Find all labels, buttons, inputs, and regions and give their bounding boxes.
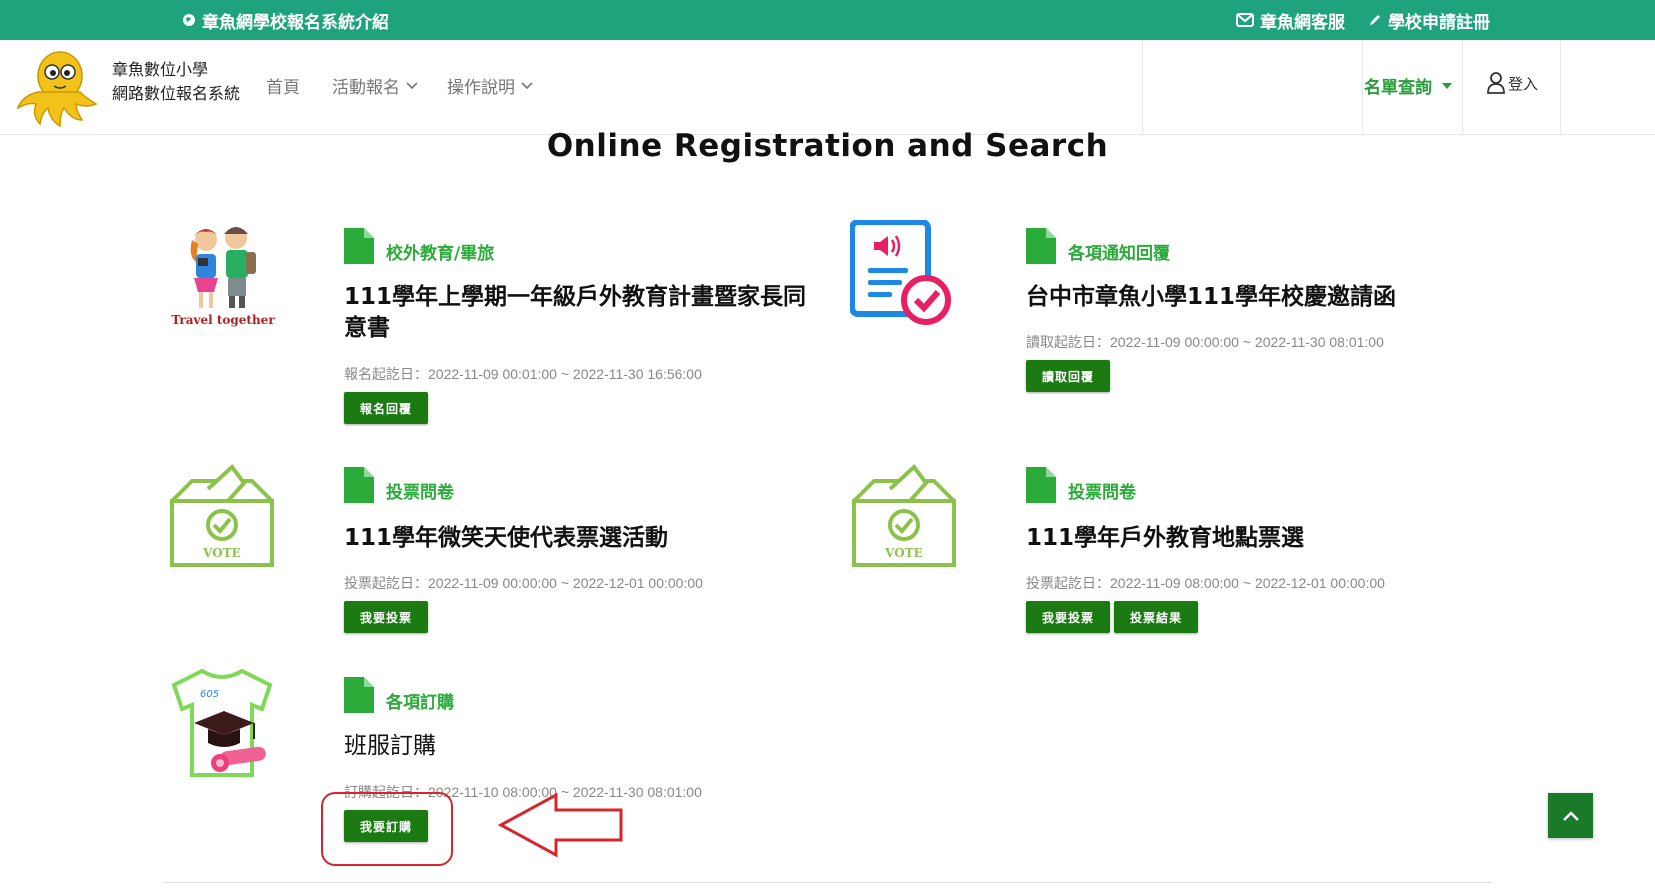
activity-title[interactable]: 班服訂購 (344, 731, 814, 762)
divider (1560, 40, 1561, 134)
highlight-annotation (321, 792, 453, 866)
brand-name[interactable]: 章魚數位小學 網路數位報名系統 (112, 58, 240, 106)
login-label: 登入 (1508, 74, 1539, 93)
page-title: Online Registration and Search (546, 128, 1109, 164)
brand-line-2: 網路數位報名系統 (112, 84, 241, 103)
activity-date-range: 投票起訖日：2022-11-09 00:00:00 ~ 2022-12-01 0… (344, 575, 703, 591)
vote-box-icon: VOTE (852, 464, 956, 567)
tshirt-icon: 605 (171, 669, 273, 777)
chevron-down-icon (521, 81, 533, 89)
envelope-icon (1236, 13, 1254, 27)
system-intro-link[interactable]: 章魚網學校報名系統介紹 (182, 0, 389, 40)
nav-home[interactable]: 首頁 (266, 73, 300, 98)
nav-operation-guide[interactable]: 操作說明 (447, 73, 533, 98)
nav-activity-label: 活動報名 (332, 78, 400, 98)
activity-card: Travel together 校外教育/畢旅 111學年上學期一年級戶外教育計… (168, 220, 828, 424)
vote-caption: VOTE (884, 546, 923, 560)
top-bar: 章魚網學校報名系統介紹 章魚網客服 學校申請註冊 (0, 0, 1655, 40)
login-button[interactable]: 登入 (1486, 72, 1538, 94)
chevron-down-icon (406, 81, 418, 89)
category-label: 校外教育/畢旅 (386, 244, 495, 264)
arrow-annotation-icon (498, 792, 623, 858)
category-label: 投票問卷 (386, 483, 454, 503)
school-register-link[interactable]: 學校申請註冊 (1368, 0, 1490, 40)
category-label: 各項通知回覆 (1068, 244, 1170, 264)
category-link[interactable]: 投票問卷 (344, 467, 454, 503)
read-reply-button[interactable]: 讀取回覆 (1026, 360, 1110, 392)
chevron-up-icon (1562, 810, 1579, 821)
file-icon (344, 677, 374, 713)
action-buttons: 讀取回覆 (1026, 360, 1110, 392)
roster-query-dropdown[interactable]: 名單查詢 (1364, 73, 1452, 98)
activity-date-range: 報名起訖日：2022-11-09 00:01:00 ~ 2022-11-30 1… (344, 366, 702, 382)
nav-home-label: 首頁 (266, 78, 300, 98)
vote-box-icon: VOTE (170, 464, 274, 567)
activity-card: 各項通知回覆 台中市章魚小學111學年校慶邀請函 讀取起訖日：2022-11-0… (850, 220, 1510, 420)
activity-date-range: 投票起訖日：2022-11-09 08:00:00 ~ 2022-12-01 0… (1026, 575, 1385, 591)
action-buttons: 我要投票 投票結果 (1026, 601, 1198, 633)
file-icon (1026, 228, 1056, 264)
file-icon (344, 467, 374, 503)
activity-title[interactable]: 111學年微笑天使代表票選活動 (344, 523, 814, 554)
divider (1362, 40, 1363, 134)
nav-activity-registration[interactable]: 活動報名 (332, 73, 418, 98)
activity-title[interactable]: 台中市章魚小學111學年校慶邀請函 (1026, 282, 1496, 313)
category-link[interactable]: 各項通知回覆 (1026, 228, 1170, 264)
system-intro-label: 章魚網學校報名系統介紹 (202, 12, 389, 33)
travel-caption: Travel together (171, 313, 275, 327)
scroll-to-top-button[interactable] (1548, 793, 1593, 838)
file-icon (1026, 467, 1056, 503)
roster-query-label: 名單查詢 (1364, 78, 1432, 98)
divider (1462, 40, 1463, 134)
category-link[interactable]: 校外教育/畢旅 (344, 228, 494, 264)
category-label: 各項訂購 (386, 693, 454, 713)
category-link[interactable]: 各項訂購 (344, 677, 454, 713)
user-icon (1487, 72, 1505, 94)
activity-date-range: 讀取起訖日：2022-11-09 00:00:00 ~ 2022-11-30 0… (1026, 334, 1384, 350)
customer-service-label: 章魚網客服 (1260, 12, 1345, 33)
school-register-label: 學校申請註冊 (1388, 12, 1490, 33)
vote-caption: VOTE (202, 546, 241, 560)
globe-icon (183, 14, 195, 26)
category-label: 投票問卷 (1068, 483, 1136, 503)
vote-results-button[interactable]: 投票結果 (1114, 601, 1198, 633)
vote-button[interactable]: 我要投票 (1026, 601, 1110, 633)
action-buttons: 我要投票 (344, 601, 428, 633)
activity-title[interactable]: 111學年上學期一年級戶外教育計畫暨家長同意書 (344, 282, 814, 344)
activity-card: VOTE 投票問卷 111學年戶外教育地點票選 投票起訖日：2022-11-09… (850, 461, 1510, 661)
nav-guide-label: 操作說明 (447, 78, 515, 98)
pencil-icon (1370, 15, 1380, 25)
travel-icon: Travel together (171, 227, 275, 327)
category-link[interactable]: 投票問卷 (1026, 467, 1136, 503)
action-buttons: 報名回覆 (344, 392, 428, 424)
activity-card: VOTE 投票問卷 111學年微笑天使代表票選活動 投票起訖日：2022-11-… (168, 461, 828, 661)
notice-document-icon (850, 220, 951, 325)
file-icon (344, 228, 374, 264)
divider (162, 882, 1492, 883)
tshirt-caption: 605 (200, 689, 219, 700)
customer-service-link[interactable]: 章魚網客服 (1236, 0, 1345, 40)
vote-button[interactable]: 我要投票 (344, 601, 428, 633)
octopus-logo-icon[interactable] (14, 46, 100, 128)
reply-registration-button[interactable]: 報名回覆 (344, 392, 428, 424)
header: 章魚數位小學 網路數位報名系統 首頁 活動報名 操作說明 名單查詢 登入 (0, 40, 1655, 135)
activity-title[interactable]: 111學年戶外教育地點票選 (1026, 523, 1496, 554)
divider (1142, 40, 1143, 134)
caret-down-icon (1442, 82, 1452, 89)
brand-line-1: 章魚數位小學 (112, 60, 209, 79)
